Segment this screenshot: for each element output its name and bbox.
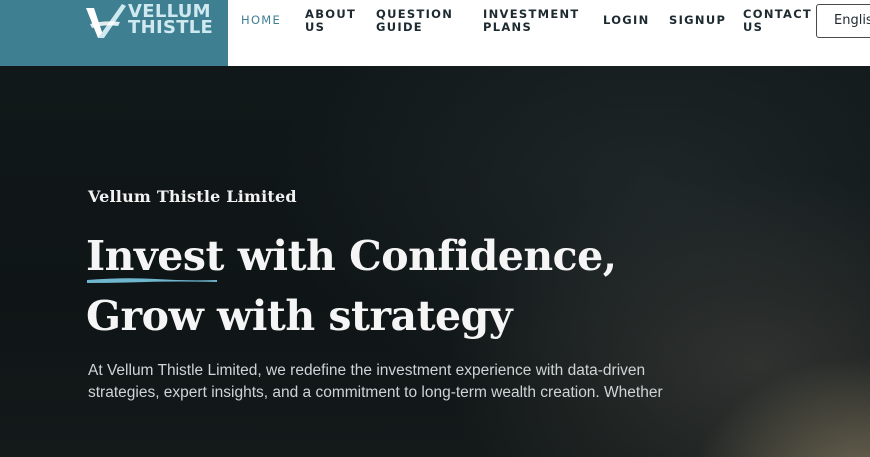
- v-checkmark-logo-icon: [86, 4, 126, 38]
- nav-investment-plans-line-2: PLANS: [483, 20, 533, 34]
- nav-investment-plans[interactable]: INVESTMENT PLANS: [483, 8, 580, 34]
- hero-description: At Vellum Thistle Limited, we redefine t…: [88, 362, 663, 401]
- headline-line-1-rest: with Confidence,: [223, 232, 617, 280]
- nav-signup-label: SIGNUP: [669, 13, 727, 27]
- headline-highlight-text: Invest: [86, 232, 224, 280]
- headline-highlight-word: Invest: [86, 226, 224, 286]
- nav-question-guide[interactable]: QUESTION GUIDE: [376, 8, 453, 34]
- language-selector-value: English: [834, 13, 870, 28]
- nav-question-guide-line-2: GUIDE: [376, 20, 423, 34]
- nav-home-label: HOME: [241, 13, 282, 27]
- nav-signup[interactable]: SIGNUP: [669, 14, 726, 27]
- hero-headline-line-2: Grow with strategy: [86, 292, 513, 340]
- site-header: VELLUM THISTLE HOME ABOUT US QUESTION GU…: [0, 0, 870, 66]
- brush-underline: [87, 278, 217, 283]
- hero-headline: Invest with Confidence, Grow with strate…: [86, 226, 617, 346]
- nav-home[interactable]: HOME: [241, 14, 281, 27]
- company-name: Vellum Thistle Limited: [88, 187, 297, 206]
- nav-about-us[interactable]: ABOUT US: [305, 8, 356, 34]
- nav-login-label: LOGIN: [603, 13, 650, 27]
- brand-line-2: THISTLE: [128, 17, 214, 38]
- nav-contact-us[interactable]: CONTACT US: [743, 8, 812, 34]
- logo-panel[interactable]: VELLUM THISTLE: [0, 0, 228, 66]
- hero-headline-line-1: Invest with Confidence,: [86, 226, 617, 286]
- nav-login[interactable]: LOGIN: [603, 14, 650, 27]
- language-selector[interactable]: English: [816, 4, 870, 38]
- nav-about-us-line-2: US: [305, 20, 326, 34]
- brand-name: VELLUM THISTLE: [128, 3, 214, 38]
- nav-contact-us-line-2: US: [743, 20, 764, 34]
